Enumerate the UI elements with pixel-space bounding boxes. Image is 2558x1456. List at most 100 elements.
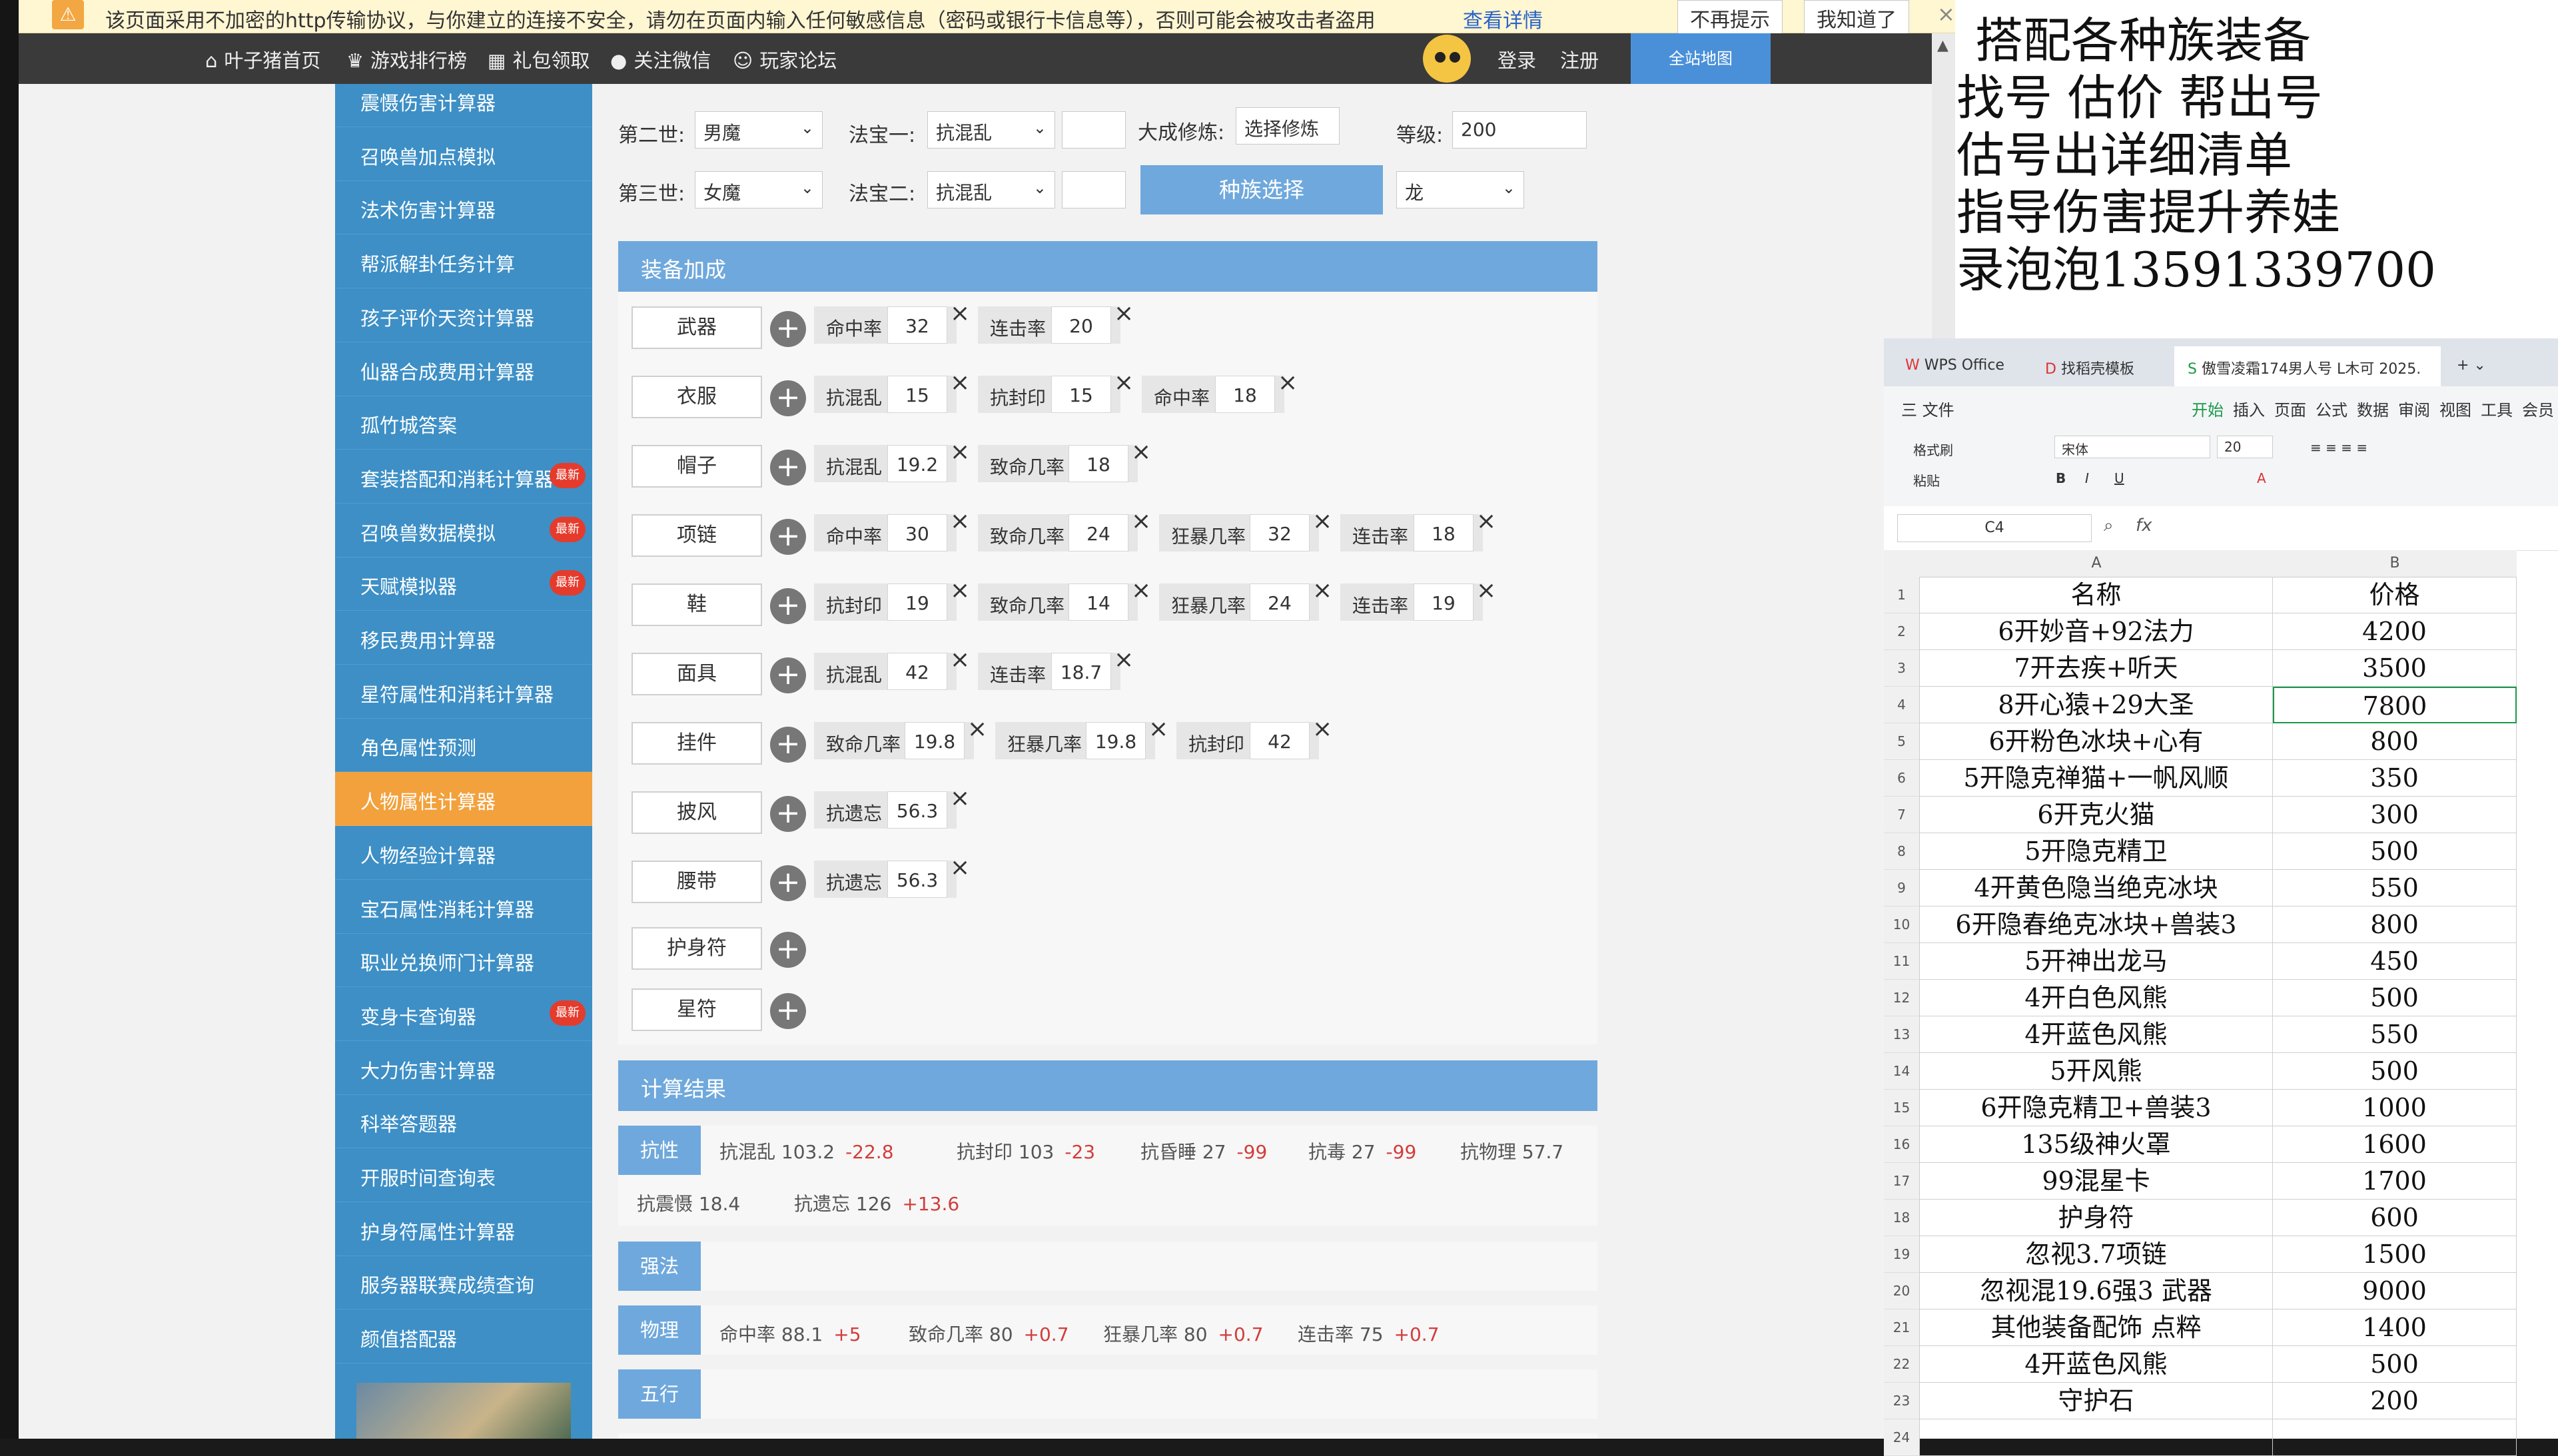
remove-attribute-icon[interactable]: × — [950, 854, 970, 881]
sidebar-item[interactable]: 护身符属性计算器 — [335, 1202, 592, 1256]
row-header[interactable]: 13 — [1884, 1016, 1920, 1053]
sheet-cell[interactable]: 守护石 — [1920, 1383, 2273, 1419]
remove-attribute-icon[interactable]: × — [1131, 508, 1151, 535]
remove-attribute-icon[interactable]: × — [950, 438, 970, 466]
attribute-value-input[interactable]: 14 — [1068, 583, 1128, 621]
sidebar-item[interactable]: 仙器合成费用计算器 — [335, 342, 592, 396]
fabao2-input[interactable] — [1062, 171, 1126, 208]
paste-button[interactable]: 粘贴 — [1913, 470, 1940, 490]
attribute-value-input[interactable]: 42 — [887, 653, 947, 690]
sheet-cell[interactable]: 300 — [2273, 797, 2517, 833]
sidebar-item[interactable]: 星符属性和消耗计算器 — [335, 665, 592, 719]
add-attribute-icon[interactable]: + — [770, 519, 806, 555]
menu-home[interactable]: 开始 — [2192, 397, 2224, 420]
sidebar-item[interactable]: 开服时间查询表 — [335, 1148, 592, 1202]
attribute-value-input[interactable]: 19.8 — [1086, 722, 1146, 759]
sheet-cell[interactable]: 500 — [2273, 1053, 2517, 1090]
sheet-cell[interactable] — [1920, 1419, 2273, 1456]
sheet-cell[interactable]: 99混星卡 — [1920, 1163, 2273, 1200]
attribute-value-input[interactable]: 18 — [1414, 514, 1474, 551]
sheet-cell[interactable]: 200 — [2273, 1383, 2517, 1419]
row-header[interactable]: 21 — [1884, 1309, 1920, 1346]
attribute-value-input[interactable]: 24 — [1250, 583, 1310, 621]
sheet-cell[interactable]: 550 — [2273, 870, 2517, 907]
close-icon[interactable]: × — [1937, 1, 1955, 27]
row-header[interactable]: 11 — [1884, 943, 1920, 980]
italic-icon[interactable]: I — [2085, 470, 2089, 486]
equip-slot-button[interactable]: 武器 — [632, 306, 762, 349]
sheet-cell[interactable]: 550 — [2273, 1016, 2517, 1053]
sheet-cell[interactable]: 4开白色风熊 — [1920, 980, 2273, 1016]
row-header[interactable]: 6 — [1884, 760, 1920, 797]
attribute-value-input[interactable]: 42 — [1250, 722, 1310, 759]
font-size-select[interactable]: 20 — [2217, 436, 2273, 458]
row-header[interactable]: 16 — [1884, 1126, 1920, 1163]
attribute-value-input[interactable]: 18 — [1215, 376, 1275, 413]
remove-attribute-icon[interactable]: × — [1114, 369, 1134, 396]
sidebar-item[interactable]: 人物经验计算器 — [335, 826, 592, 880]
name-box[interactable]: C4 — [1897, 514, 2092, 542]
menu-review[interactable]: 审阅 — [2398, 397, 2430, 420]
format-painter-button[interactable]: 格式刷 — [1913, 440, 1953, 459]
sheet-cell[interactable]: 1500 — [2273, 1236, 2517, 1273]
second-life-select[interactable]: 男魔 ⌄ — [695, 111, 823, 149]
row-header[interactable]: 1 — [1884, 577, 1920, 613]
menu-member[interactable]: 会员 — [2522, 397, 2554, 420]
remove-attribute-icon[interactable]: × — [1476, 577, 1496, 604]
equip-slot-button[interactable]: 披风 — [632, 791, 762, 834]
sheet-cell[interactable]: 500 — [2273, 1346, 2517, 1383]
remove-attribute-icon[interactable]: × — [950, 646, 970, 673]
add-attribute-icon[interactable]: + — [770, 727, 806, 763]
remove-attribute-icon[interactable]: × — [1131, 577, 1151, 604]
sheet-cell[interactable]: 7800 — [2273, 687, 2517, 723]
select-all-corner[interactable] — [1884, 550, 1920, 577]
no-remind-button[interactable]: 不再提示 — [1677, 0, 1783, 36]
got-it-button[interactable]: 我知道了 — [1804, 0, 1909, 36]
race-select[interactable]: 龙 ⌄ — [1396, 171, 1524, 208]
sidebar-item[interactable]: 宝石属性消耗计算器 — [335, 880, 592, 934]
sheet-cell[interactable]: 1700 — [2273, 1163, 2517, 1200]
site-map-button[interactable]: 全站地图 — [1631, 33, 1771, 84]
equip-slot-button[interactable]: 面具 — [632, 653, 762, 695]
add-attribute-icon[interactable]: + — [770, 796, 806, 832]
fabao2-select[interactable]: 抗混乱 ⌄ — [927, 171, 1055, 208]
menu-file[interactable]: 三 文件 — [1901, 397, 1954, 420]
sheet-cell[interactable]: 6开克火猫 — [1920, 797, 2273, 833]
column-header[interactable]: B — [2273, 550, 2517, 577]
sheet-cell[interactable]: 6开隐春绝克冰块+兽装3 — [1920, 907, 2273, 943]
row-header[interactable]: 22 — [1884, 1346, 1920, 1383]
row-header[interactable]: 4 — [1884, 687, 1920, 723]
sheet-cell[interactable]: 4开黄色隐当绝克冰块 — [1920, 870, 2273, 907]
sidebar-item[interactable]: 法术伤害计算器 — [335, 181, 592, 235]
font-select[interactable]: 宋体 — [2054, 436, 2210, 458]
attribute-value-input[interactable]: 56.3 — [887, 861, 947, 898]
sidebar-item[interactable]: 变身卡查询器 最新 — [335, 987, 592, 1041]
equip-slot-button[interactable]: 星符 — [632, 988, 762, 1031]
sidebar-item[interactable]: 移民费用计算器 — [335, 611, 592, 665]
fabao1-select[interactable]: 抗混乱 ⌄ — [927, 111, 1055, 149]
register-link[interactable]: 注册 — [1560, 45, 1599, 73]
sheet-cell[interactable]: 500 — [2273, 980, 2517, 1016]
row-header[interactable]: 2 — [1884, 613, 1920, 650]
row-header[interactable]: 23 — [1884, 1383, 1920, 1419]
row-header[interactable]: 17 — [1884, 1163, 1920, 1200]
scroll-up-icon[interactable]: ▲ — [1937, 37, 1948, 54]
row-header[interactable]: 20 — [1884, 1273, 1920, 1309]
sheet-cell[interactable]: 4200 — [2273, 613, 2517, 650]
remove-attribute-icon[interactable]: × — [1278, 369, 1298, 396]
sheet-cell[interactable]: 3500 — [2273, 650, 2517, 687]
nav-wechat[interactable]: ● 关注微信 — [610, 45, 711, 73]
row-header[interactable]: 10 — [1884, 907, 1920, 943]
remove-attribute-icon[interactable]: × — [950, 785, 970, 812]
fabao1-input[interactable] — [1062, 111, 1126, 149]
menu-formula[interactable]: 公式 — [2316, 397, 2347, 420]
add-attribute-icon[interactable]: + — [770, 657, 806, 693]
sidebar-item[interactable]: 套装搭配和消耗计算器 最新 — [335, 450, 592, 504]
row-header[interactable]: 19 — [1884, 1236, 1920, 1273]
attribute-value-input[interactable]: 20 — [1051, 306, 1111, 344]
level-input[interactable]: 200 — [1452, 111, 1587, 149]
equip-slot-button[interactable]: 帽子 — [632, 445, 762, 488]
sidebar-item[interactable]: 震慑伤害计算器 — [335, 73, 592, 127]
add-attribute-icon[interactable]: + — [770, 311, 806, 347]
underline-icon[interactable]: U — [2114, 470, 2124, 486]
